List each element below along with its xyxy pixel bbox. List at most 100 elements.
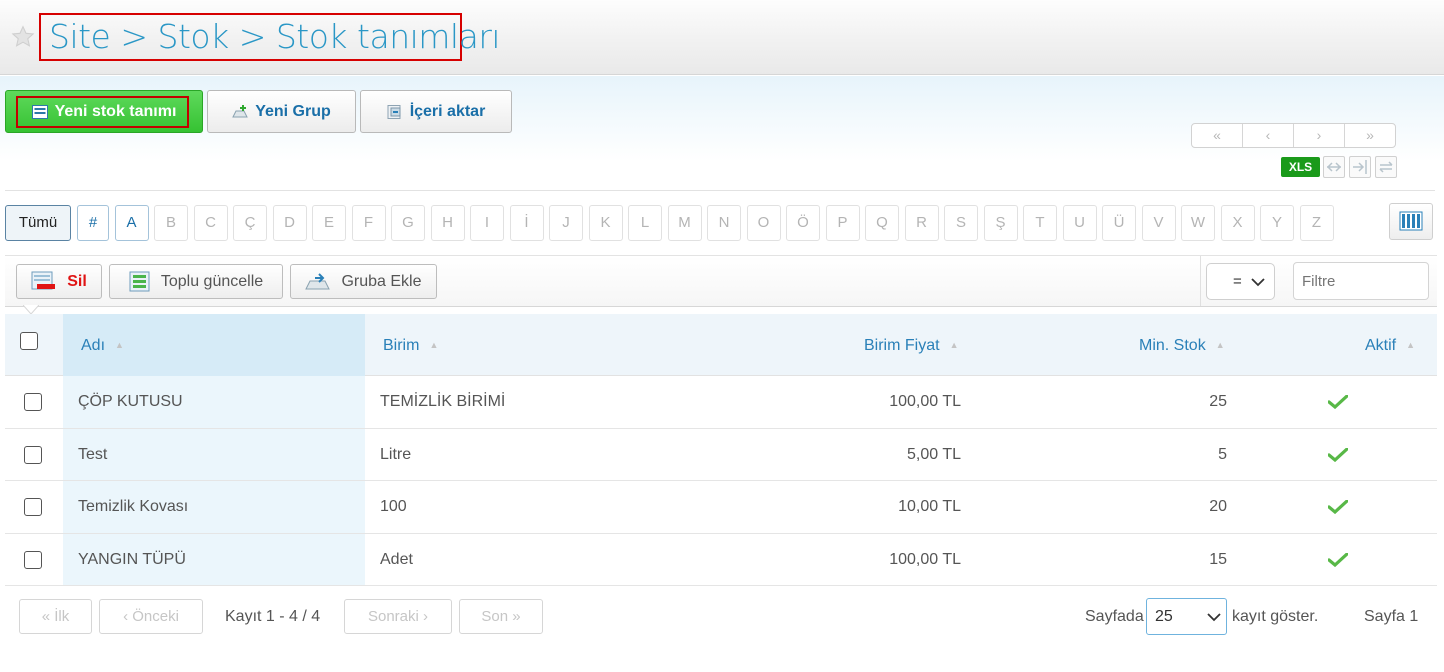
add-to-group-button[interactable]: Gruba Ekle	[290, 264, 437, 299]
letter-filter-letter[interactable]: F	[351, 205, 386, 241]
letter-filter-letter[interactable]: İ	[509, 205, 544, 241]
cell-min-stok: 20	[1209, 498, 1227, 515]
letter-filter-letter[interactable]: Ş	[983, 205, 1018, 241]
letter-filter-letter[interactable]: Ü	[1102, 205, 1136, 241]
cell-adi: Test	[78, 445, 108, 463]
column-header-birim[interactable]: Birim ▲	[383, 314, 438, 376]
row-checkbox[interactable]	[24, 393, 42, 411]
letter-filter-letter[interactable]: Q	[865, 205, 899, 241]
breadcrumb-separator: >	[238, 17, 267, 56]
breadcrumb-stok[interactable]: Stok	[158, 17, 230, 56]
letter-filter-letter[interactable]: S	[944, 205, 978, 241]
column-header-aktif[interactable]: Aktif ▲	[1365, 314, 1415, 376]
cell-adi: Temizlik Kovası	[78, 498, 189, 515]
column-header-birim-fiyat[interactable]: Birim Fiyat ▲	[864, 314, 958, 376]
letter-filter-letter[interactable]: R	[904, 205, 939, 241]
column-chooser-button[interactable]	[1389, 203, 1433, 240]
filter-operator-select[interactable]: =	[1206, 263, 1275, 300]
separator	[1200, 256, 1201, 306]
letter-filter-letter[interactable]: Y	[1260, 205, 1294, 241]
row-checkbox[interactable]	[24, 550, 42, 569]
letter-filter-letter[interactable]: K	[588, 205, 623, 241]
cell-birim: 100	[380, 498, 407, 515]
letter-filter-letter[interactable]: P	[825, 205, 860, 241]
letter-filter-all[interactable]: Tümü	[5, 205, 71, 241]
sort-icon: ▲	[429, 340, 439, 350]
letter-filter-letter[interactable]: B	[154, 205, 188, 241]
import-button[interactable]: İçeri aktar	[360, 90, 512, 133]
letter-filter-letter[interactable]: C	[193, 205, 228, 241]
first-page-button[interactable]: « İlk	[19, 599, 92, 634]
letter-filter-letter[interactable]: E	[312, 205, 346, 241]
next-page-button[interactable]: Sonraki ›	[344, 599, 452, 634]
row-checkbox[interactable]	[24, 445, 42, 464]
table-row[interactable]: YANGIN TÜPÜ Adet 100,00 TL 15	[5, 533, 1437, 586]
letter-filter-letter[interactable]: L	[628, 205, 662, 241]
table-row[interactable]: Test Litre 5,00 TL 5	[5, 428, 1437, 481]
column-header-min-stok[interactable]: Min. Stok ▲	[1139, 314, 1225, 376]
xls-export-button[interactable]: XLS	[1281, 157, 1320, 177]
sync-icon[interactable]	[1375, 156, 1397, 178]
previous-page-button[interactable]: ‹ Önceki	[99, 599, 203, 634]
letter-filter-letter[interactable]: I	[470, 205, 504, 241]
last-page-button[interactable]: Son »	[459, 599, 543, 634]
star-icon[interactable]	[10, 24, 36, 50]
letter-filter-letter[interactable]: X	[1220, 205, 1255, 241]
filter-input[interactable]	[1293, 262, 1429, 300]
letter-filter-letter[interactable]: M	[667, 205, 702, 241]
cell-birim: TEMİZLİK BİRİMİ	[380, 393, 506, 410]
letter-filter-letter[interactable]: J	[549, 205, 583, 241]
pager-next[interactable]: ›	[1294, 124, 1345, 147]
table-row[interactable]: ÇÖP KUTUSU TEMİZLİK BİRİMİ 100,00 TL 25	[5, 376, 1437, 429]
column-header-adi[interactable]: Adı ▲	[63, 314, 365, 376]
letter-filter-letter[interactable]: Ç	[233, 205, 267, 241]
delete-button[interactable]: Sil	[16, 264, 102, 299]
breadcrumb: Site > Stok > Stok tanımları	[39, 13, 501, 61]
cell-min-stok: 15	[1209, 550, 1227, 568]
letter-filter-letter[interactable]: Z	[1299, 205, 1334, 241]
letter-filter-letter[interactable]: H	[430, 205, 465, 241]
letter-filter-letter[interactable]: U	[1062, 205, 1097, 241]
export-arrow-icon[interactable]	[1349, 156, 1371, 178]
breadcrumb-site[interactable]: Site	[49, 17, 111, 56]
pager-last[interactable]: »	[1345, 124, 1395, 147]
sort-icon: ▲	[1215, 340, 1225, 350]
column-label: Min. Stok	[1139, 337, 1206, 354]
letter-filter-letter[interactable]: D	[272, 205, 307, 241]
letter-filter-letter[interactable]: G	[391, 205, 425, 241]
breadcrumb-separator: >	[120, 17, 148, 56]
breadcrumb-current: Stok tanımları	[275, 17, 501, 56]
letter-filter-letter[interactable]: Ö	[786, 205, 820, 241]
import-icon	[387, 104, 401, 119]
new-stock-button[interactable]: Yeni stok tanımı	[5, 90, 203, 133]
page-size-select[interactable]: 25	[1146, 598, 1227, 635]
bulk-update-button[interactable]: Toplu güncelle	[109, 264, 283, 299]
add-group-icon	[232, 104, 249, 117]
column-highlight	[63, 428, 365, 480]
letter-filter-hash[interactable]: #	[77, 205, 109, 241]
per-page-prefix: Sayfada	[1085, 608, 1144, 625]
table-row[interactable]: Temizlik Kovası 100 10,00 TL 20	[5, 481, 1437, 534]
record-info: Kayıt 1 - 4 / 4	[225, 608, 321, 625]
pager-prev[interactable]: ‹	[1243, 124, 1294, 147]
letter-filter-letter[interactable]: N	[707, 205, 741, 241]
bulk-update-label: Toplu güncelle	[160, 272, 264, 290]
letter-filter-letter[interactable]: W	[1181, 205, 1215, 241]
swap-columns-icon[interactable]	[1323, 156, 1345, 178]
row-checkbox[interactable]	[24, 498, 42, 516]
cell-birim: Adet	[380, 550, 413, 568]
cell-birim-fiyat: 5,00 TL	[907, 445, 961, 463]
new-group-button[interactable]: Yeni Grup	[207, 90, 356, 133]
chevron-down-icon	[1251, 278, 1265, 287]
cell-min-stok: 25	[1209, 393, 1227, 410]
letter-filter-letter[interactable]: O	[746, 205, 781, 241]
import-label: İçeri aktar	[409, 102, 486, 120]
page-header: Site > Stok > Stok tanımları	[0, 0, 1444, 75]
select-all-checkbox[interactable]	[20, 332, 38, 350]
letter-filter-letter[interactable]: A	[114, 205, 149, 241]
pager-first[interactable]: «	[1192, 124, 1243, 147]
letter-filter-letter[interactable]: V	[1141, 205, 1176, 241]
cell-min-stok: 5	[1218, 445, 1227, 463]
highlight-box	[16, 96, 189, 128]
letter-filter-letter[interactable]: T	[1023, 205, 1057, 241]
